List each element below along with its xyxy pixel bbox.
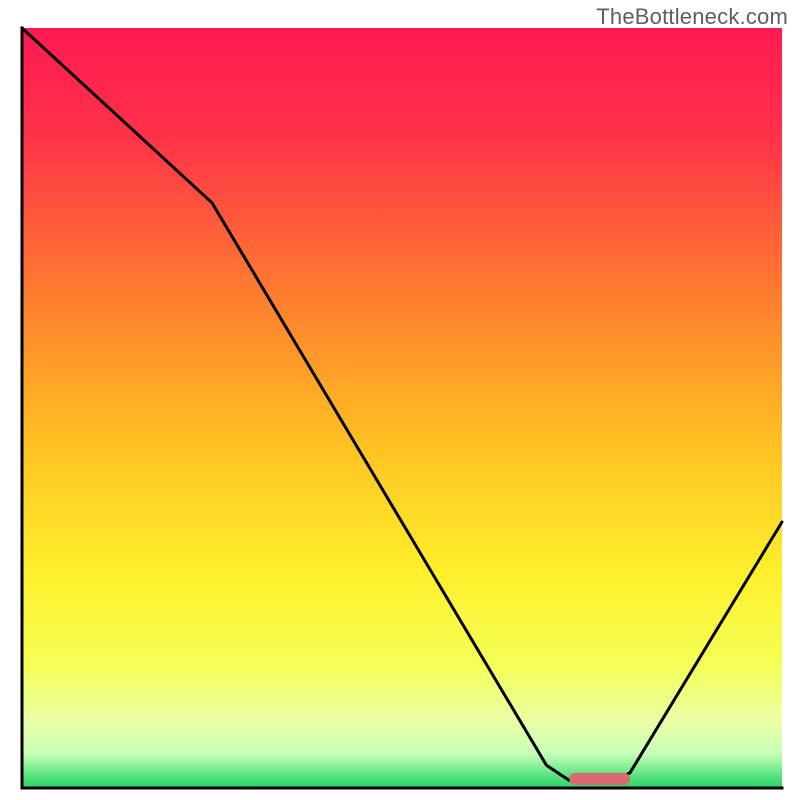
watermark-text: TheBottleneck.com	[596, 4, 788, 30]
optimum-marker	[569, 773, 630, 785]
bottleneck-chart	[0, 0, 800, 800]
chart-background-gradient	[22, 28, 782, 788]
chart-container: TheBottleneck.com	[0, 0, 800, 800]
